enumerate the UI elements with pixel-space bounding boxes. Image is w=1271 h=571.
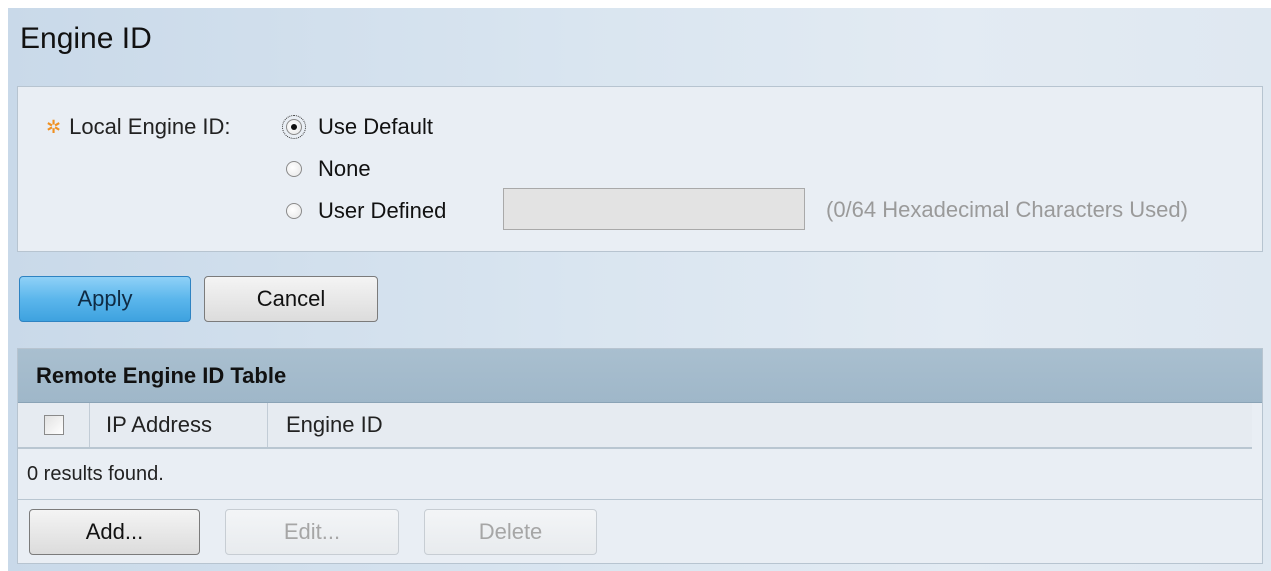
local-engine-field: ✲ Local Engine ID: (46, 114, 231, 140)
local-engine-label: Local Engine ID: (69, 114, 231, 139)
option-use-default[interactable]: Use Default (282, 114, 433, 140)
option-none[interactable]: None (286, 156, 371, 182)
column-header-engine-id[interactable]: Engine ID (268, 403, 1252, 447)
hex-usage-hint: (0/64 Hexadecimal Characters Used) (826, 197, 1188, 222)
results-count: 0 results found. (27, 463, 164, 485)
user-defined-engine-id-input[interactable] (503, 188, 805, 230)
none-radio[interactable] (286, 161, 302, 177)
user-defined-label[interactable]: User Defined (318, 198, 446, 224)
delete-button[interactable]: Delete (424, 509, 597, 555)
results-divider (18, 499, 1262, 500)
table-header-row: IP Address Engine ID (18, 403, 1252, 449)
option-user-defined[interactable]: User Defined (286, 198, 446, 224)
local-engine-panel: ✲ Local Engine ID: Use Default None User… (17, 86, 1263, 252)
use-default-radio[interactable] (282, 115, 306, 139)
engine-id-page: Engine ID ✲ Local Engine ID: Use Default… (8, 8, 1271, 571)
apply-button[interactable]: Apply (19, 276, 191, 322)
add-button[interactable]: Add... (29, 509, 200, 555)
remote-engine-table-panel: Remote Engine ID Table IP Address Engine… (17, 348, 1263, 564)
column-header-ip-address[interactable]: IP Address (90, 403, 268, 447)
table-title: Remote Engine ID Table (18, 349, 1262, 403)
select-all-checkbox[interactable] (43, 415, 64, 435)
page-title: Engine ID (20, 22, 152, 55)
none-label[interactable]: None (318, 156, 371, 182)
user-defined-radio[interactable] (286, 203, 302, 219)
select-all-cell (18, 403, 90, 447)
edit-button[interactable]: Edit... (225, 509, 399, 555)
use-default-label[interactable]: Use Default (318, 114, 433, 140)
cancel-button[interactable]: Cancel (204, 276, 378, 322)
required-asterisk-icon: ✲ (46, 117, 62, 137)
